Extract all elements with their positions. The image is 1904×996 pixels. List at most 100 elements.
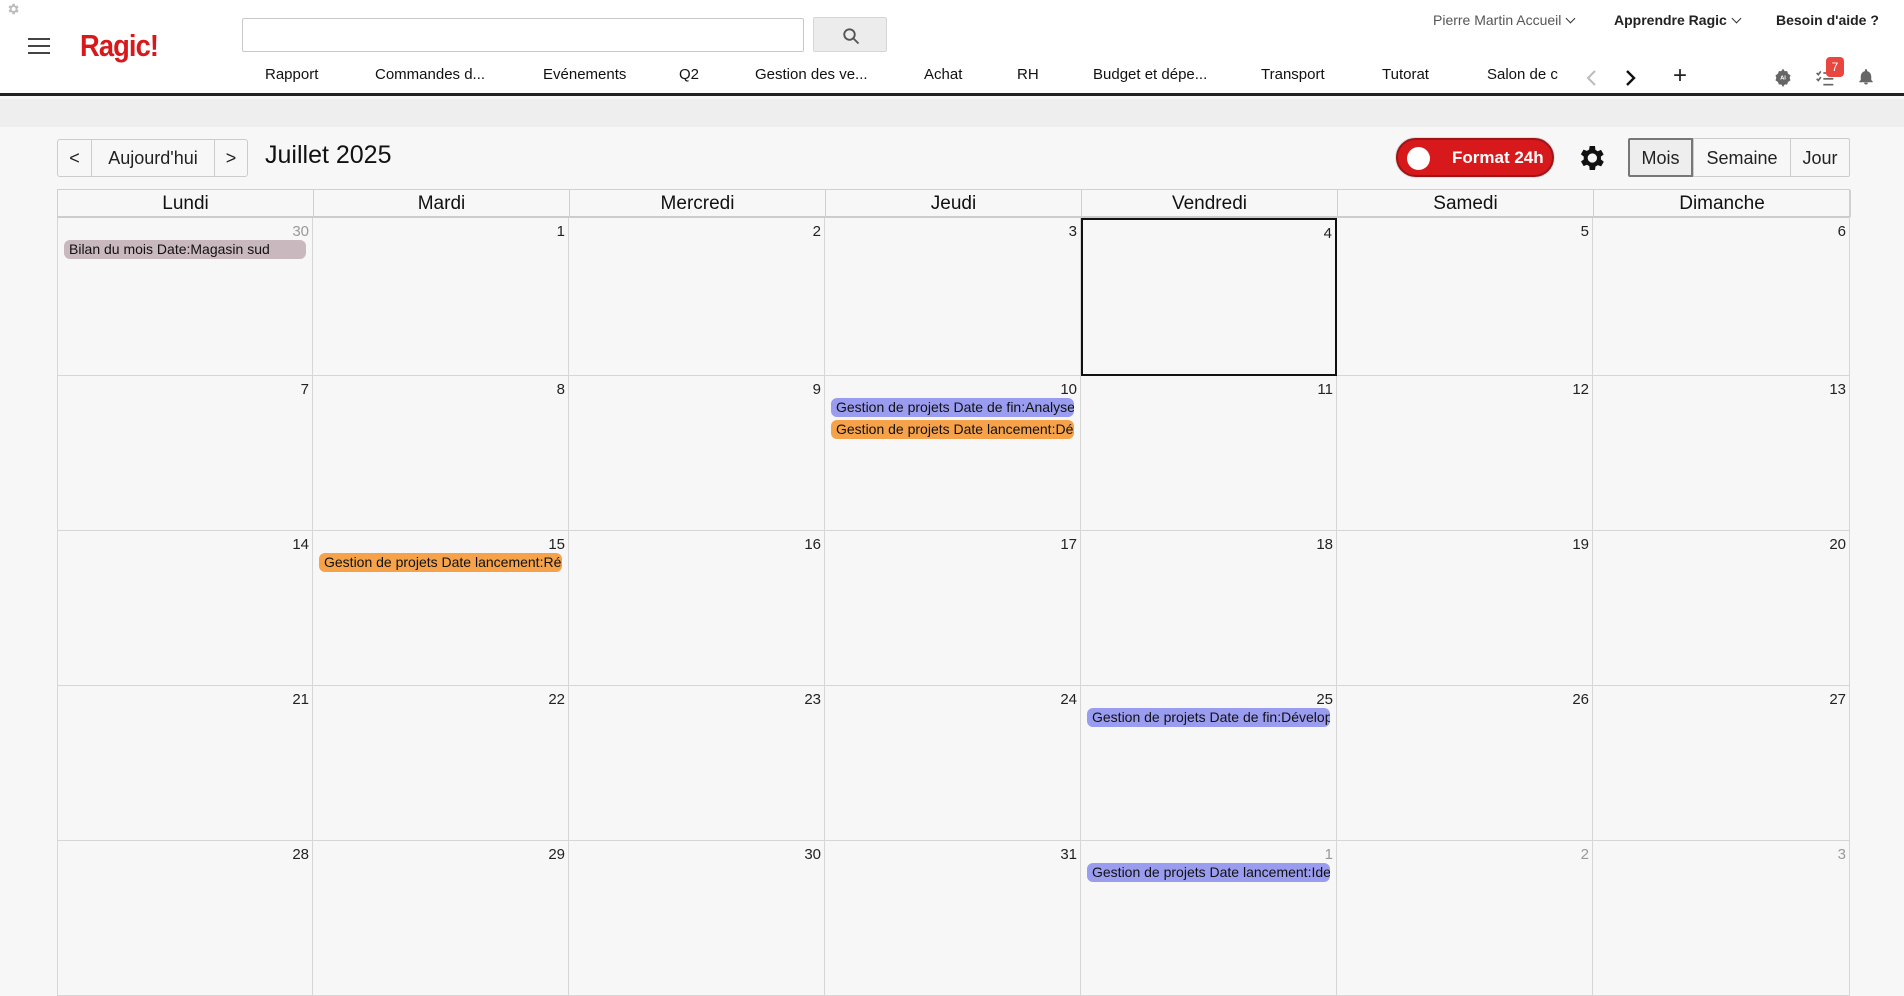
day-cell[interactable]: 16: [569, 531, 825, 686]
day-cell[interactable]: 2: [569, 218, 825, 376]
day-cell[interactable]: 11: [1081, 376, 1337, 531]
menu-icon[interactable]: [28, 38, 50, 56]
day-number: 14: [292, 536, 309, 553]
gear-icon[interactable]: [1575, 142, 1607, 174]
day-cell[interactable]: 18: [1081, 531, 1337, 686]
day-cell[interactable]: 7: [57, 376, 313, 531]
search-icon: [843, 28, 860, 45]
day-number: 19: [1572, 536, 1589, 553]
day-number: 13: [1829, 381, 1846, 398]
day-number: 10: [1060, 381, 1077, 398]
tab-transport[interactable]: Transport: [1261, 66, 1325, 83]
tab-salon[interactable]: Salon de c: [1487, 66, 1558, 83]
chevron-left-icon[interactable]: [1584, 68, 1600, 88]
day-cell[interactable]: 15 Gestion de projets Date lancement:Ré: [313, 531, 569, 686]
tab-rapport[interactable]: Rapport: [265, 66, 318, 83]
logo[interactable]: Ragic!: [80, 28, 159, 64]
day-cell[interactable]: 8: [313, 376, 569, 531]
day-number: 2: [812, 223, 821, 240]
day-cell-today[interactable]: 4: [1081, 218, 1337, 376]
chevron-right-icon[interactable]: [1622, 68, 1638, 88]
weekday-5: Samedi: [1338, 190, 1594, 217]
weekday-0: Lundi: [58, 190, 314, 217]
day-cell[interactable]: 30 Bilan du mois Date:Magasin sud: [57, 218, 313, 376]
view-week-button[interactable]: Semaine: [1693, 138, 1791, 177]
day-number: 23: [804, 691, 821, 708]
day-cell[interactable]: 28: [57, 841, 313, 996]
day-cell[interactable]: 17: [825, 531, 1081, 686]
day-cell[interactable]: 31: [825, 841, 1081, 996]
day-cell[interactable]: 1: [313, 218, 569, 376]
bell-icon[interactable]: [1857, 67, 1875, 87]
day-cell[interactable]: 20: [1593, 531, 1850, 686]
day-number: 16: [804, 536, 821, 553]
day-number: 27: [1829, 691, 1846, 708]
calendar-event[interactable]: Gestion de projets Date lancement:Dé: [831, 420, 1074, 439]
user-menu[interactable]: Pierre Martin Accueil: [1433, 12, 1576, 28]
day-cell[interactable]: 29: [313, 841, 569, 996]
day-cell[interactable]: 24: [825, 686, 1081, 841]
day-cell[interactable]: 25 Gestion de projets Date de fin:Dévelop: [1081, 686, 1337, 841]
day-cell[interactable]: 26: [1337, 686, 1593, 841]
tab-q2[interactable]: Q2: [679, 66, 699, 83]
previous-month-button[interactable]: <: [57, 139, 92, 177]
format-24h-label: Format 24h: [1452, 148, 1544, 167]
calendar-event[interactable]: Gestion de projets Date lancement:Ré: [319, 553, 562, 572]
tab-achat[interactable]: Achat: [924, 66, 962, 83]
tab-tutorat[interactable]: Tutorat: [1382, 66, 1429, 83]
day-cell[interactable]: 5: [1337, 218, 1593, 376]
tab-commandes[interactable]: Commandes d...: [375, 66, 485, 83]
format-24h-toggle[interactable]: Format 24h: [1396, 138, 1554, 177]
day-cell[interactable]: 12: [1337, 376, 1593, 531]
learn-menu-label: Apprendre Ragic: [1614, 12, 1727, 28]
search-button[interactable]: [813, 17, 887, 52]
day-number: 29: [548, 846, 565, 863]
calendar-event[interactable]: Bilan du mois Date:Magasin sud: [64, 240, 306, 259]
tab-evenements[interactable]: Evénements: [543, 66, 626, 83]
search-input[interactable]: [242, 18, 804, 52]
calendar-event[interactable]: Gestion de projets Date de fin:Dévelop: [1087, 708, 1330, 727]
apps-icon[interactable]: AI: [1773, 67, 1793, 87]
week-row: 14 15 Gestion de projets Date lancement:Ré…: [57, 531, 1850, 686]
day-number: 8: [556, 381, 565, 398]
day-cell[interactable]: 14: [57, 531, 313, 686]
weekday-header: Lundi Mardi Mercredi Jeudi Vendredi Samedi Dim…: [57, 189, 1851, 218]
day-cell[interactable]: 22: [313, 686, 569, 841]
calendar-event[interactable]: Gestion de projets Date de fin:Analyse: [831, 398, 1074, 417]
tab-rh[interactable]: RH: [1017, 66, 1039, 83]
day-cell[interactable]: 23: [569, 686, 825, 841]
day-number: 26: [1572, 691, 1589, 708]
day-cell[interactable]: 3: [1593, 841, 1850, 996]
day-number: 4: [1323, 225, 1332, 242]
day-cell[interactable]: 2: [1337, 841, 1593, 996]
day-number: 20: [1829, 536, 1846, 553]
day-cell[interactable]: 3: [825, 218, 1081, 376]
help-link[interactable]: Besoin d'aide ?: [1776, 12, 1879, 28]
day-cell[interactable]: 1 Gestion de projets Date lancement:Ide: [1081, 841, 1337, 996]
day-cell[interactable]: 9: [569, 376, 825, 531]
add-tab-button[interactable]: +: [1673, 64, 1687, 88]
gear-icon[interactable]: [6, 2, 20, 16]
calendar-event[interactable]: Gestion de projets Date lancement:Ide: [1087, 863, 1330, 882]
day-cell[interactable]: 19: [1337, 531, 1593, 686]
day-cell[interactable]: 6: [1593, 218, 1850, 376]
day-cell[interactable]: 10 Gestion de projets Date de fin:Analyse…: [825, 376, 1081, 531]
day-cell[interactable]: 21: [57, 686, 313, 841]
day-number: 18: [1316, 536, 1333, 553]
learn-ragic-menu[interactable]: Apprendre Ragic: [1614, 12, 1742, 28]
day-cell[interactable]: 13: [1593, 376, 1850, 531]
day-number: 7: [300, 381, 309, 398]
day-cell[interactable]: 27: [1593, 686, 1850, 841]
day-number: 28: [292, 846, 309, 863]
view-month-button[interactable]: Mois: [1628, 138, 1693, 177]
tab-budget[interactable]: Budget et dépe...: [1093, 66, 1207, 83]
day-number: 11: [1317, 381, 1333, 398]
tab-gestion-ventes[interactable]: Gestion des ve...: [755, 66, 868, 83]
view-day-button[interactable]: Jour: [1790, 138, 1850, 177]
next-month-button[interactable]: >: [214, 139, 248, 177]
day-cell[interactable]: 30: [569, 841, 825, 996]
day-number: 6: [1837, 223, 1846, 240]
chevron-down-icon: [1731, 13, 1742, 24]
today-button[interactable]: Aujourd'hui: [91, 139, 215, 177]
day-number: 25: [1316, 691, 1333, 708]
